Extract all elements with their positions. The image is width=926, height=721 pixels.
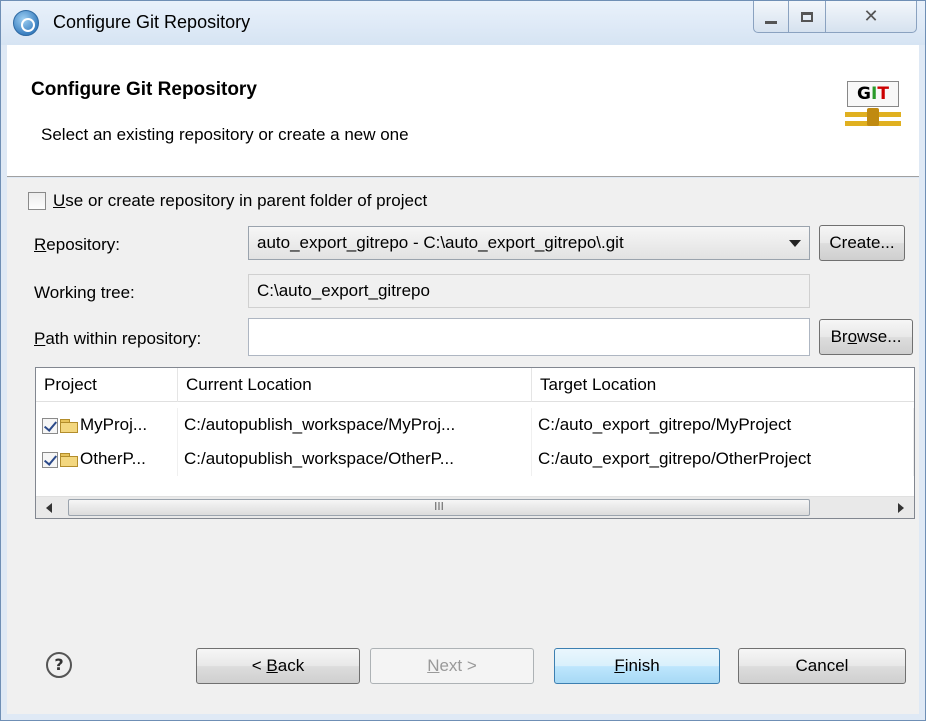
- working-tree-field: C:\auto_export_gitrepo: [248, 274, 810, 308]
- row-checkbox[interactable]: [42, 417, 58, 434]
- repository-combo[interactable]: auto_export_gitrepo - C:\auto_export_git…: [248, 226, 810, 260]
- next-button[interactable]: Next >: [370, 648, 534, 684]
- help-icon[interactable]: ?: [46, 652, 72, 678]
- maximize-icon: [801, 11, 813, 22]
- close-button[interactable]: ✕: [825, 1, 917, 33]
- minimize-button[interactable]: [753, 1, 789, 33]
- row-checkbox[interactable]: [42, 451, 58, 468]
- page-title: Configure Git Repository: [31, 79, 257, 100]
- back-button[interactable]: < Back: [196, 648, 360, 684]
- minimize-icon: [765, 21, 777, 24]
- wizard-header: Configure Git Repository Select an exist…: [7, 45, 919, 177]
- table-row[interactable]: OtherP... C:/autopublish_workspace/Other…: [36, 442, 914, 476]
- page-description: Select an existing repository or create …: [41, 125, 409, 144]
- table-header: Project Current Location Target Location: [36, 368, 914, 402]
- project-cell: MyProj...: [36, 408, 178, 442]
- cancel-button[interactable]: Cancel: [738, 648, 906, 684]
- parent-folder-label[interactable]: Use or create repository in parent folde…: [53, 191, 427, 211]
- scroll-left-icon[interactable]: [46, 503, 52, 513]
- chevron-down-icon[interactable]: [789, 240, 801, 247]
- close-icon: ✕: [863, 6, 879, 27]
- table-row[interactable]: MyProj... C:/autopublish_workspace/MyPro…: [36, 408, 914, 442]
- scroll-thumb[interactable]: III: [68, 499, 810, 516]
- projects-table: Project Current Location Target Location…: [35, 367, 915, 519]
- target-location-cell: C:/auto_export_gitrepo/MyProject: [532, 408, 914, 442]
- maximize-button[interactable]: [788, 1, 826, 33]
- wizard-content: Use or create repository in parent folde…: [7, 178, 919, 714]
- project-cell: OtherP...: [36, 442, 178, 476]
- finish-button[interactable]: Finish: [554, 648, 720, 684]
- repository-label: Repository:: [34, 235, 120, 254]
- column-current-location[interactable]: Current Location: [178, 368, 532, 402]
- git-logo-icon: GIT: [845, 81, 901, 129]
- title-bar[interactable]: Configure Git Repository ✕: [1, 1, 925, 45]
- parent-folder-checkbox[interactable]: [28, 192, 46, 210]
- create-button[interactable]: Create...: [819, 225, 905, 261]
- browse-button[interactable]: Browse...: [819, 319, 913, 355]
- scroll-right-icon[interactable]: [898, 503, 904, 513]
- current-location-cell: C:/autopublish_workspace/MyProj...: [178, 408, 532, 442]
- path-within-repo-label: Path within repository:: [34, 329, 202, 348]
- window-title: Configure Git Repository: [53, 12, 251, 32]
- column-target-location[interactable]: Target Location: [532, 368, 914, 402]
- folder-icon: [60, 453, 78, 468]
- eclipse-icon: [13, 10, 39, 36]
- target-location-cell: C:/auto_export_gitrepo/OtherProject: [532, 442, 914, 476]
- horizontal-scrollbar[interactable]: III: [36, 496, 914, 518]
- folder-icon: [60, 419, 78, 434]
- repository-value: auto_export_gitrepo - C:\auto_export_git…: [257, 233, 624, 252]
- git-logo-text: GIT: [847, 81, 899, 107]
- path-within-repo-input[interactable]: [248, 318, 810, 356]
- column-project[interactable]: Project: [36, 368, 178, 402]
- current-location-cell: C:/autopublish_workspace/OtherP...: [178, 442, 532, 476]
- dialog-window: Configure Git Repository ✕ Configure Git…: [0, 0, 926, 721]
- working-tree-label: Working tree:: [34, 283, 135, 302]
